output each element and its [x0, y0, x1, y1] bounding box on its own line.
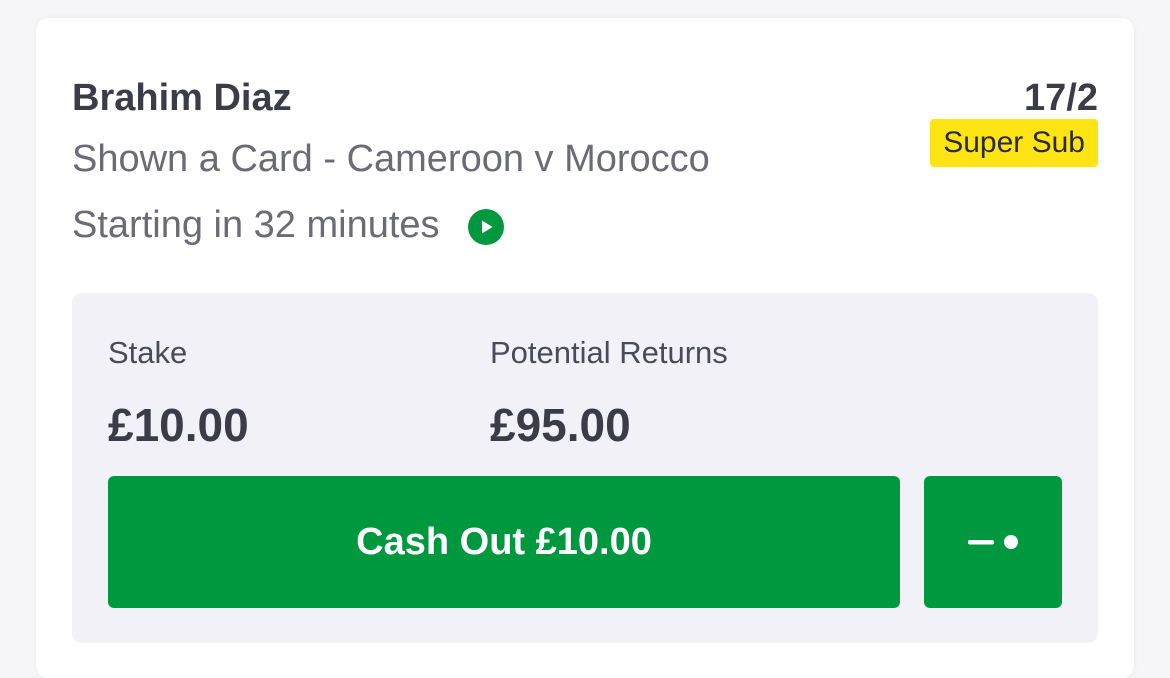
start-status-text: Starting in 32 minutes — [72, 204, 440, 246]
cash-out-button[interactable]: Cash Out £10.00 — [108, 476, 900, 608]
play-circle-icon[interactable] — [467, 209, 504, 245]
super-sub-badge: Super Sub — [930, 119, 1098, 167]
start-status-row: Starting in 32 minutes — [72, 203, 504, 247]
cashout-panel: Stake £10.00 Potential Returns £95.00 Ca… — [72, 293, 1098, 643]
stake-value: £10.00 — [108, 399, 249, 451]
selection-name: Brahim Diaz — [72, 77, 292, 119]
market-description: Shown a Card - Cameroon v Morocco — [72, 138, 710, 180]
partial-cashout-button[interactable] — [924, 476, 1062, 608]
odds-value: 17/2 — [1024, 77, 1098, 119]
slider-toggle-icon — [968, 535, 1018, 549]
potential-returns-value: £95.00 — [490, 399, 631, 451]
potential-returns-label: Potential Returns — [490, 335, 728, 370]
stake-label: Stake — [108, 335, 188, 370]
bet-card: Brahim Diaz 17/2 Shown a Card - Cameroon… — [36, 18, 1134, 678]
